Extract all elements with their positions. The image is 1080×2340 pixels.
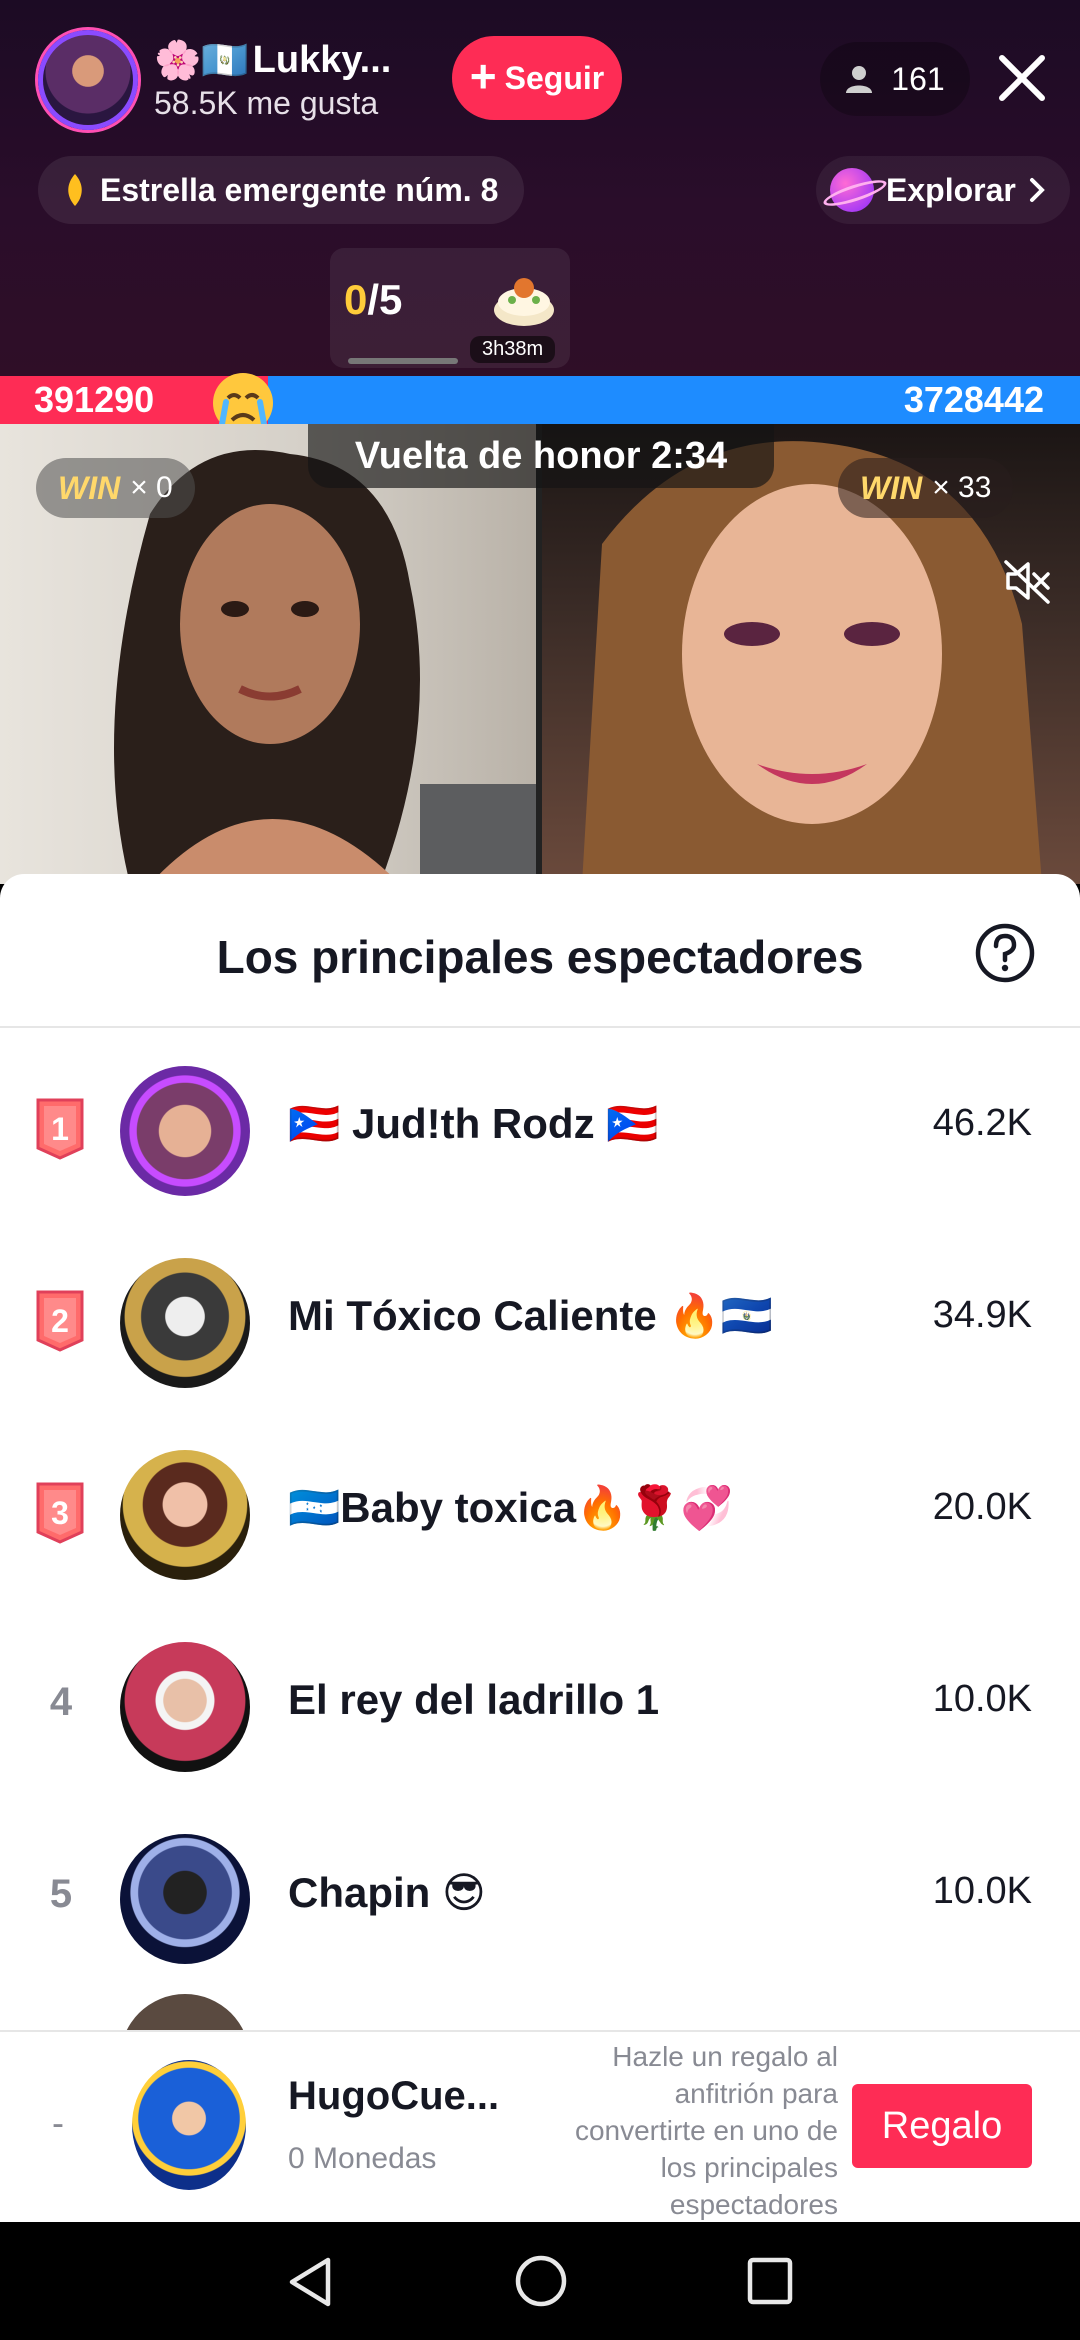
help-icon[interactable] <box>974 922 1036 984</box>
sheet-divider <box>0 1026 1080 1028</box>
viewer-score: 10.0K <box>932 1870 1032 1912</box>
rank-badge-number: 1 <box>51 1111 69 1147</box>
explore-label: Explorar <box>886 171 1016 208</box>
goal-total: /5 <box>367 276 403 323</box>
viewer-count[interactable]: 161 <box>820 42 970 116</box>
star-badge-label: Estrella emergente núm. 8 <box>100 171 499 208</box>
person-icon <box>846 66 873 93</box>
goal-current: 0 <box>344 276 368 323</box>
viewer-row[interactable]: 5 Chapin 😎 10.0K <box>0 1802 1080 1994</box>
explore-button[interactable]: Explorar <box>816 156 1070 224</box>
my-avatar[interactable] <box>132 2060 246 2190</box>
system-nav-bar <box>0 2222 1080 2340</box>
avatar[interactable] <box>120 1834 250 1964</box>
gift-hint: Hazle un regalo al anfitrión para conver… <box>574 2041 838 2220</box>
rank-badge-number: 3 <box>51 1495 69 1531</box>
plus-icon: + <box>469 50 497 102</box>
close-icon[interactable] <box>990 46 1054 110</box>
viewer-name: 🇵🇷 Jud!th Rodz 🇵🇷 <box>288 1100 659 1147</box>
my-coins: 0 Monedas <box>288 2142 437 2175</box>
goal-count: 0/5 <box>344 276 402 324</box>
avatar[interactable] <box>120 1642 250 1772</box>
my-rank-bar: - HugoCue... 0 Monedas Hazle un regalo a… <box>0 2030 1080 2222</box>
viewer-name: 🇭🇳Baby toxica🔥🌹💞 <box>288 1484 733 1531</box>
mute-icon[interactable] <box>1002 556 1052 606</box>
left-win-streak: WIN × 0 <box>36 458 195 518</box>
recent-apps-icon[interactable] <box>746 2256 794 2306</box>
left-score: 391290 <box>34 379 155 420</box>
viewer-row[interactable]: 3 🇭🇳Baby toxica🔥🌹💞 20.0K <box>0 1418 1080 1610</box>
left-win-word: WIN <box>58 469 121 506</box>
planet-icon <box>830 168 874 212</box>
follow-label: Seguir <box>504 59 605 96</box>
host-avatar[interactable] <box>38 30 138 130</box>
star-badge[interactable]: Estrella emergente núm. 8 <box>38 156 525 224</box>
rank-badge-icon: 3 <box>36 1482 84 1544</box>
viewer-score: 20.0K <box>932 1486 1032 1528</box>
rank-number: 4 <box>49 1680 73 1724</box>
viewer-name: Mi Tóxico Caliente 🔥🇸🇻 <box>288 1292 773 1339</box>
sheet-title: Los principales espectadores <box>216 931 864 983</box>
viewer-row[interactable]: 1 🇵🇷 Jud!th Rodz 🇵🇷 46.2K <box>0 1034 1080 1226</box>
follow-button[interactable]: + Seguir <box>452 36 622 120</box>
host-name-emoji: 🌸🇬🇹 <box>154 39 249 82</box>
home-icon[interactable] <box>514 2254 568 2308</box>
left-win-count: × 0 <box>130 471 173 504</box>
avatar[interactable] <box>120 1066 250 1196</box>
viewer-score: 34.9K <box>932 1294 1032 1336</box>
my-rank: - <box>52 2102 64 2143</box>
right-win-count: × 33 <box>932 471 992 504</box>
rank-number: 5 <box>49 1872 73 1916</box>
my-name: HugoCue... <box>288 2074 500 2118</box>
rank-badge-number: 2 <box>51 1303 69 1339</box>
viewer-name: El rey del ladrillo 1 <box>288 1676 660 1723</box>
rank-badge-icon: 1 <box>36 1098 84 1160</box>
avatar[interactable] <box>120 1450 250 1580</box>
viewer-row[interactable]: 2 Mi Tóxico Caliente 🔥🇸🇻 34.9K <box>0 1226 1080 1418</box>
viewer-count-value: 161 <box>891 60 945 97</box>
goal-progress-bar <box>348 358 458 364</box>
flame-icon <box>68 174 82 206</box>
avatar[interactable] <box>120 1258 250 1388</box>
right-win-word: WIN <box>860 469 923 506</box>
viewer-score: 10.0K <box>932 1678 1032 1720</box>
viewer-row[interactable]: 4 El rey del ladrillo 1 10.0K <box>0 1610 1080 1802</box>
honor-lap-timer: Vuelta de honor 2:34 <box>308 424 774 488</box>
top-viewers-sheet: Los principales espectadores 1 🇵🇷 Jud!th… <box>0 874 1080 2224</box>
goal-timer: 3h38m <box>470 336 556 363</box>
host-name-text: Lukky... <box>252 39 392 81</box>
host-likes: 58.5K me gusta <box>154 84 379 121</box>
viewer-name: Chapin 😎 <box>288 1869 486 1916</box>
chevron-right-icon <box>1029 178 1045 202</box>
host-info[interactable]: 🌸🇬🇹 Lukky... 58.5K me gusta <box>38 30 391 130</box>
cake-gift-icon <box>494 278 554 326</box>
gift-goal[interactable]: 0/5 3h38m <box>330 248 570 368</box>
right-win-streak: WIN × 33 <box>838 458 1014 518</box>
host-text: 🌸🇬🇹 Lukky... 58.5K me gusta <box>154 39 391 122</box>
right-score: 3728442 <box>903 379 1044 420</box>
rank-badge-icon: 2 <box>36 1290 84 1352</box>
host-name: 🌸🇬🇹 Lukky... <box>154 39 391 83</box>
gift-button[interactable]: Regalo <box>852 2084 1032 2168</box>
back-icon[interactable] <box>284 2254 336 2310</box>
viewer-score: 46.2K <box>932 1102 1032 1144</box>
